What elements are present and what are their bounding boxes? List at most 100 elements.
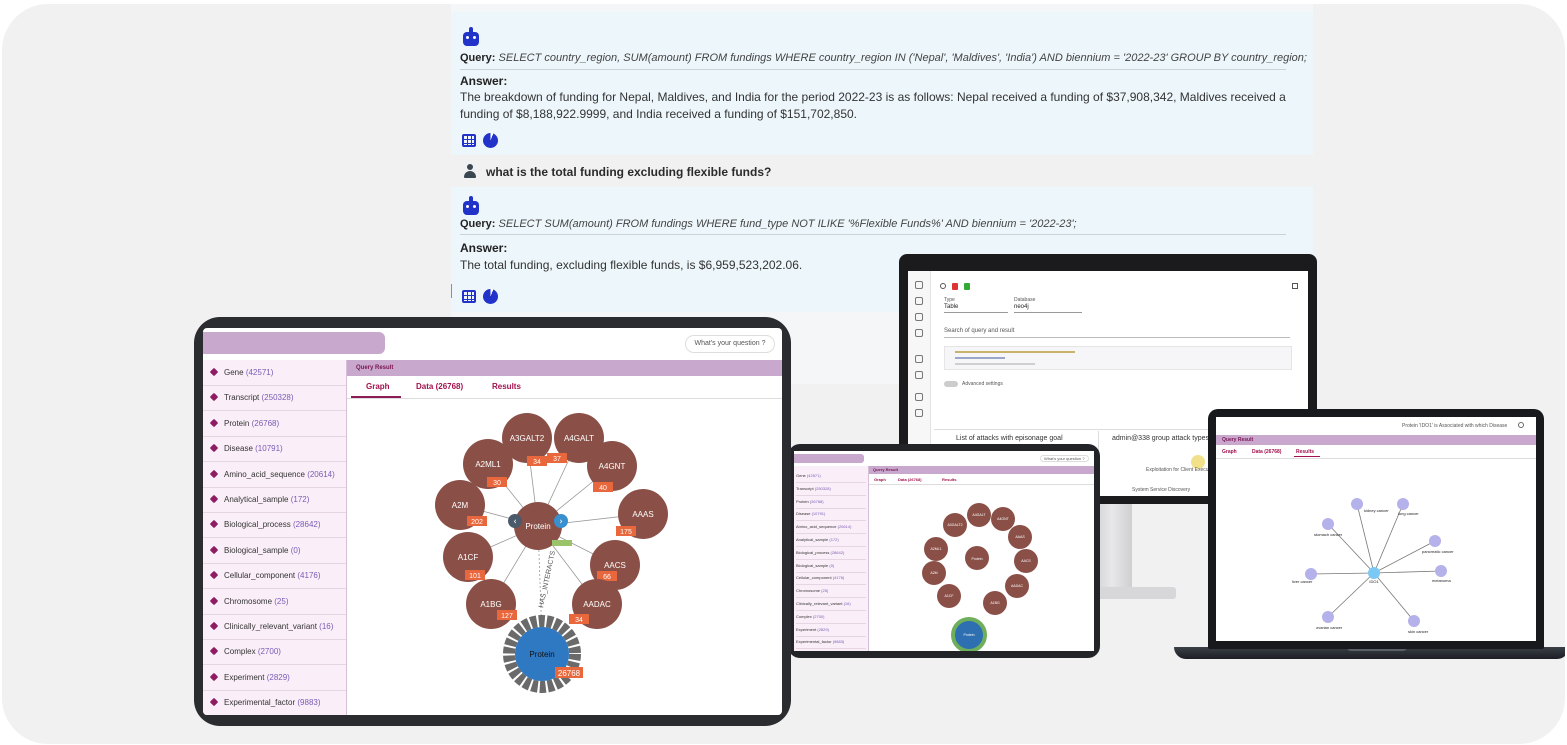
protein-node-label: A2ML1 bbox=[475, 460, 501, 469]
grid-icon[interactable] bbox=[915, 355, 923, 363]
tab-data[interactable]: Data (26768) bbox=[1252, 449, 1281, 455]
sidebar-item[interactable]: Amino_acid_sequence (20614) bbox=[203, 462, 346, 488]
mini-sidebar-item[interactable]: Disease (10791) bbox=[796, 508, 866, 522]
info-icon[interactable] bbox=[915, 409, 923, 417]
tag-icon bbox=[209, 697, 219, 707]
plugin-icon[interactable] bbox=[915, 371, 923, 379]
graph-label-2: System Service Discovery bbox=[1132, 487, 1191, 493]
count-badge-label: 34 bbox=[533, 459, 541, 466]
delete-icon[interactable] bbox=[952, 283, 958, 290]
header-bar bbox=[794, 454, 864, 463]
sidebar-item[interactable]: Gene (42571) bbox=[203, 360, 346, 386]
mini-sidebar-item[interactable]: Analytical_sample (172) bbox=[796, 534, 866, 547]
database-select[interactable]: neo4j bbox=[1014, 304, 1029, 310]
mini-sidebar-item[interactable]: Chromosome (25) bbox=[796, 585, 866, 599]
tag-icon bbox=[209, 672, 219, 682]
count-badge-label: 202 bbox=[471, 519, 483, 526]
sidebar-item[interactable]: Transcript (250328) bbox=[203, 385, 346, 412]
clock-icon[interactable] bbox=[940, 283, 946, 289]
protein-node-label: A4GNT bbox=[599, 462, 626, 471]
sidebar-item[interactable]: Chromosome (25) bbox=[203, 589, 346, 615]
entity-sidebar: Gene (42571) Transcript (250328) Protein (… bbox=[203, 360, 347, 715]
divider bbox=[460, 69, 1286, 70]
disease-graph[interactable]: IDO1 kidney cancer lung cancer stomach c… bbox=[1216, 459, 1536, 641]
search-icon[interactable] bbox=[1518, 422, 1524, 428]
sidebar-item[interactable]: Experimental_factor (9883) bbox=[203, 690, 346, 715]
tag-icon bbox=[209, 596, 219, 605]
mini-sidebar-item[interactable]: Experiment (2829) bbox=[796, 624, 866, 637]
sidebar-item[interactable]: Clinically_relevant_variant (16) bbox=[203, 614, 346, 640]
sidebar-item[interactable]: Protein (26768) bbox=[203, 411, 346, 437]
tab-data[interactable]: Data (26768) bbox=[898, 477, 922, 482]
tag-icon bbox=[209, 393, 219, 402]
sidebar-item[interactable]: Complex (2700) bbox=[203, 639, 346, 666]
sidebar-item[interactable]: Disease (10791) bbox=[203, 436, 346, 463]
answer-1-label: Answer: bbox=[460, 74, 508, 88]
mini-protein-graph[interactable]: Protein A3GALT2 A4GALT A4GNT AAAS AACS A… bbox=[869, 485, 1094, 651]
tab-graph[interactable]: Graph bbox=[1222, 449, 1237, 455]
count-badge-label: 175 bbox=[620, 529, 632, 536]
mini-sidebar-item[interactable]: Gene (42571) bbox=[796, 470, 866, 483]
mini-sidebar-item[interactable]: Experimental_factor (9883) bbox=[796, 636, 866, 650]
sidebar-item-label: Amino_acid_sequence (20614) bbox=[224, 469, 335, 479]
mini-sidebar-item[interactable]: Biological_process (28642) bbox=[796, 547, 866, 560]
share-icon[interactable] bbox=[915, 329, 923, 337]
type-label: Type bbox=[944, 297, 955, 303]
tab-data[interactable]: Data (26768) bbox=[416, 382, 463, 391]
save-icon[interactable] bbox=[915, 297, 923, 305]
type-select[interactable]: Table bbox=[944, 304, 958, 310]
count-badge-label: 40 bbox=[599, 485, 607, 492]
laptop: Protein 'IDO1' is Associated with which … bbox=[1208, 409, 1544, 649]
advanced-toggle[interactable] bbox=[944, 381, 958, 387]
code-editor[interactable] bbox=[944, 346, 1292, 370]
sidebar-item-label: Disease (10791) bbox=[224, 444, 283, 454]
tab-graph[interactable]: Graph bbox=[874, 477, 886, 482]
duplicate-icon[interactable] bbox=[964, 283, 970, 290]
save-icon[interactable] bbox=[1292, 283, 1298, 289]
sidebar-item-label: Experiment (2829) bbox=[224, 672, 290, 682]
copy-icon[interactable] bbox=[915, 393, 923, 401]
mini-sidebar-item[interactable]: Biological_sample (0) bbox=[796, 560, 866, 573]
panel-icon[interactable] bbox=[915, 313, 923, 321]
status-marker bbox=[451, 284, 452, 298]
tab-graph[interactable]: Graph bbox=[366, 382, 390, 391]
search-input[interactable]: Search of query and result bbox=[944, 328, 1014, 334]
node-label: A3GALT2 bbox=[947, 523, 962, 527]
sidebar-item-label: Clinically_relevant_variant (16) bbox=[224, 622, 334, 631]
question-input[interactable]: What's your question ? bbox=[685, 335, 775, 353]
mini-sidebar-item[interactable]: Protein (26768) bbox=[796, 496, 866, 509]
database-label: Database bbox=[1014, 297, 1036, 303]
graph-label-1: Exploitation for Client Execution bbox=[1146, 467, 1217, 473]
sidebar-item[interactable]: Biological_sample (0) bbox=[203, 538, 346, 564]
user-message: what is the total funding excluding flex… bbox=[451, 155, 1313, 187]
background-canvas: Query: SELECT country_region, SUM(amount… bbox=[2, 4, 1565, 744]
mini-sidebar-item[interactable]: Complex (2700) bbox=[796, 611, 866, 624]
settings-icon[interactable] bbox=[915, 281, 923, 289]
table-view-icon[interactable] bbox=[462, 134, 476, 147]
search-input[interactable]: What's your question ? bbox=[1040, 455, 1089, 462]
tab-results[interactable]: Results bbox=[942, 477, 956, 482]
disease-label: skin cancer bbox=[1408, 629, 1429, 634]
sidebar-item-label: Analytical_sample (172) bbox=[224, 495, 310, 504]
mini-sidebar-item[interactable]: Amino_acid_sequence (20614) bbox=[796, 521, 866, 535]
laptop-question: Protein 'IDO1' is Associated with which … bbox=[1402, 423, 1508, 429]
protein-graph[interactable]: HAS_INTERACTS Protein A3GALT2 34 A4GALT 37 A… bbox=[347, 398, 782, 715]
sidebar-item[interactable]: Cellular_component (4176) bbox=[203, 563, 346, 590]
mini-sidebar-item[interactable]: Cellular_component (4176) bbox=[796, 572, 866, 586]
table-view-icon[interactable] bbox=[462, 290, 476, 303]
protein-node-label: AAAS bbox=[632, 510, 653, 519]
mini-sidebar-item[interactable]: Transcript (250328) bbox=[796, 483, 866, 496]
pie-chart-icon[interactable] bbox=[483, 289, 498, 304]
tablet-screen: What's your question ? Gene (42571) Trans… bbox=[203, 328, 782, 715]
protein-node-label: AADAC bbox=[583, 600, 611, 609]
center-node-label: IDO1 bbox=[1369, 579, 1379, 584]
sidebar-item[interactable]: Experiment (2829) bbox=[203, 665, 346, 691]
tab-results[interactable]: Results bbox=[492, 382, 521, 391]
tab-results[interactable]: Results bbox=[1296, 449, 1314, 455]
sidebar-item[interactable]: Biological_process (28642) bbox=[203, 512, 346, 539]
sidebar-item[interactable]: Analytical_sample (172) bbox=[203, 487, 346, 513]
query-2: Query: SELECT SUM(amount) FROM fundings … bbox=[460, 218, 1077, 230]
mini-sidebar-item[interactable]: Clinically_relevant_variant (16) bbox=[796, 598, 866, 611]
pie-chart-icon[interactable] bbox=[483, 133, 498, 148]
node-label: Protein bbox=[971, 557, 982, 561]
